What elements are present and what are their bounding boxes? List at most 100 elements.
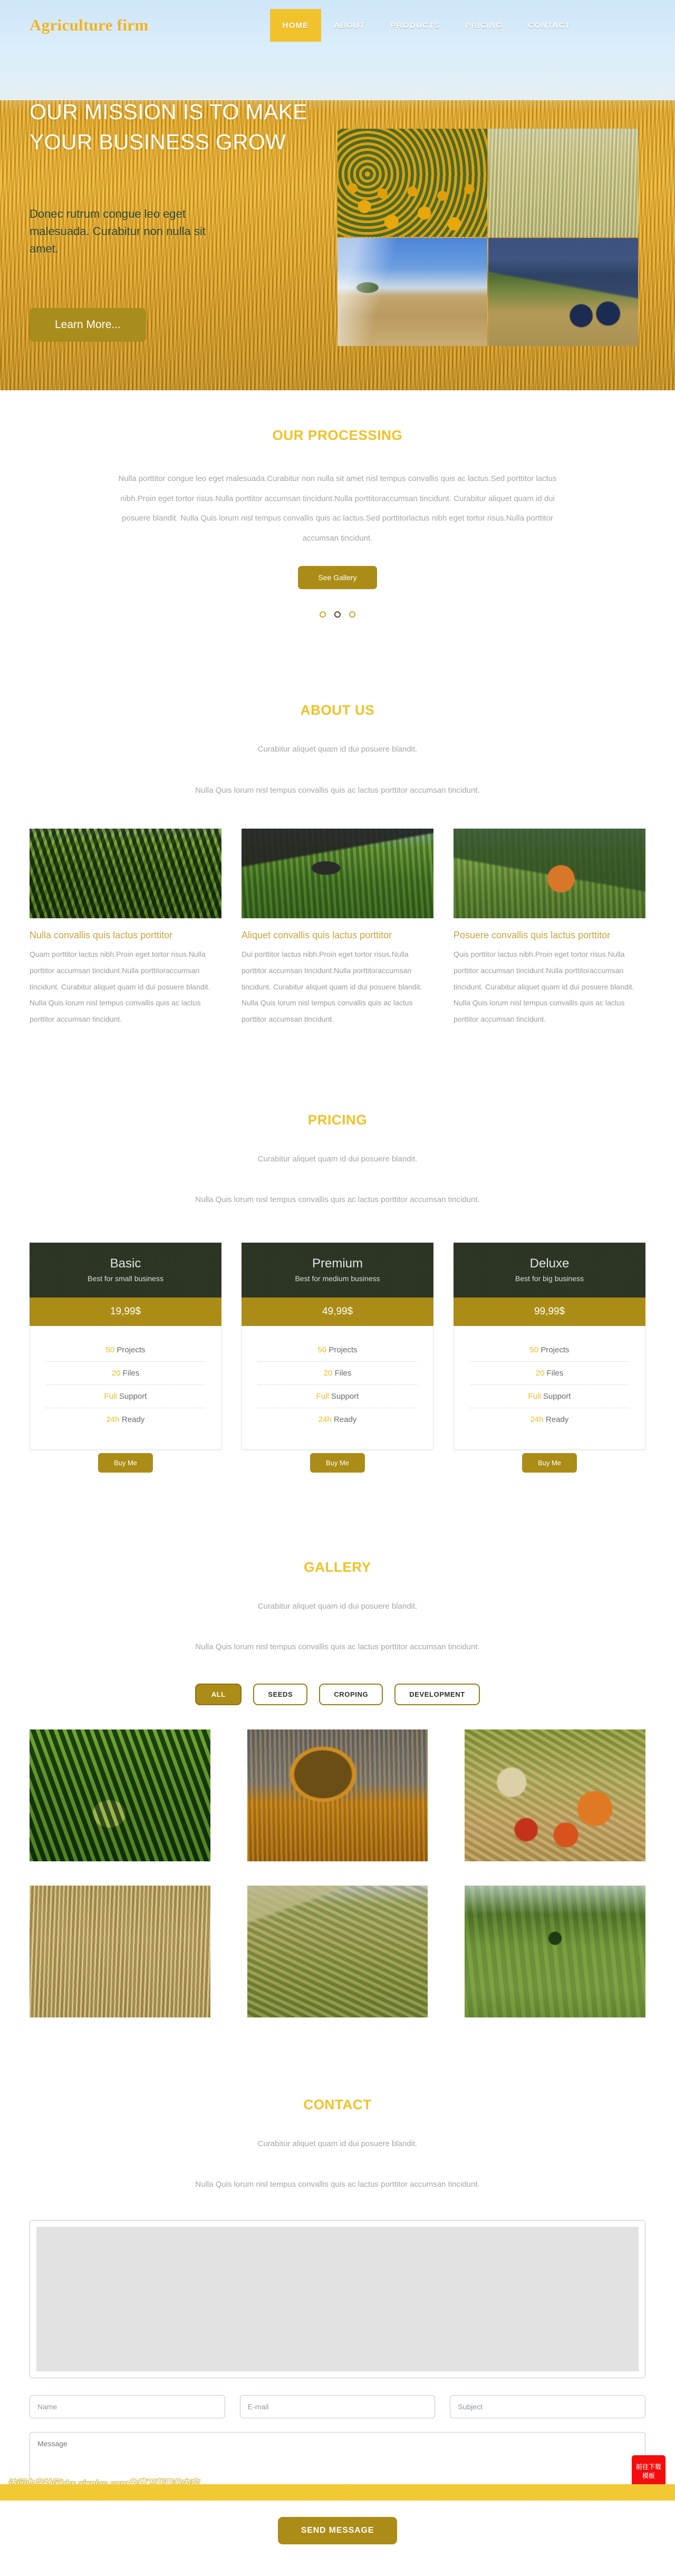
about-card-2-body: Dui porttitor lactus nibh.Proin eget tor… — [242, 950, 422, 1024]
plan-premium-buy-button[interactable]: Buy Me — [310, 1453, 365, 1473]
vegetable-basket-photo[interactable] — [465, 1729, 645, 1861]
gallery-filters: ALL SEEDS CROPING DEVELOPMENT — [30, 1683, 645, 1705]
map-embed[interactable] — [36, 2226, 639, 2371]
name-input[interactable] — [30, 2395, 225, 2418]
gallery-filter-croping[interactable]: CROPING — [319, 1683, 383, 1705]
squash-plants-photo[interactable] — [30, 1729, 210, 1861]
plan-basic-feature-2-value: 20 — [111, 1368, 121, 1378]
gallery-grid — [30, 1729, 645, 2017]
pricing-lead-line1: Curabitur aliquet quam id dui posuere bl… — [257, 1154, 418, 1164]
gallery-lead-line2: Nulla Quis lorum nisl tempus convallis q… — [195, 1642, 480, 1652]
contact-form-row — [30, 2395, 646, 2418]
plan-deluxe-name: Deluxe — [529, 1256, 570, 1271]
email-input[interactable] — [239, 2395, 436, 2418]
vineyard-hills-photo[interactable] — [247, 1885, 428, 2017]
plan-premium-feature-3: Full Support — [258, 1384, 417, 1408]
plan-basic-feature-3-value: Full — [104, 1391, 117, 1401]
corn-field-photo — [30, 829, 221, 918]
plan-premium-features: 50 Projects 20 Files Full Support 24h Re… — [242, 1325, 433, 1449]
nav-item-pricing[interactable]: PRICING — [452, 9, 515, 42]
hero-headline: OUR MISSION IS TO MAKE YOUR BUSINESS GRO… — [30, 100, 307, 154]
about-card-2-title: Aliquet convallis quis lactus porttitor — [242, 930, 392, 940]
carousel-dot-2[interactable] — [334, 611, 341, 618]
plan-deluxe-feature-4-label: Ready — [545, 1415, 569, 1424]
pricing-lead-line2: Nulla Quis lorum nisl tempus convallis q… — [195, 1195, 480, 1205]
nav-item-products[interactable]: PRODUCTS — [378, 9, 453, 42]
gallery-filter-seeds[interactable]: SEEDS — [253, 1683, 308, 1705]
about-cards: Nulla convallis quis lactus porttitor Qu… — [30, 829, 645, 1027]
pricing-plan-basic: Basic Best for small business 19,99$ 50 … — [30, 1242, 221, 1480]
processing-section: OUR PROCESSING Nulla porttitor congue le… — [0, 390, 675, 639]
site-brand-logo[interactable]: Agriculture firm — [30, 16, 148, 35]
plan-deluxe-buy-button[interactable]: Buy Me — [522, 1453, 577, 1473]
carousel-dot-1[interactable] — [320, 611, 326, 618]
plan-basic-feature-1: 50 Projects — [46, 1339, 205, 1361]
sunflower-field-photo — [338, 129, 487, 237]
gallery-section: GALLERY Curabitur aliquet quam id dui po… — [0, 1480, 675, 2017]
plan-basic-feature-4: 24h Ready — [46, 1407, 205, 1431]
top-navigation-bar: Agriculture firm HOME ABOUT PRODUCTS PRI… — [0, 0, 675, 51]
tractor-mowing-photo[interactable] — [465, 1885, 645, 2017]
contact-title: CONTACT — [303, 2096, 372, 2112]
plan-deluxe-feature-1-label: Projects — [541, 1345, 570, 1354]
plan-deluxe-feature-1: 50 Projects — [470, 1339, 629, 1361]
pricing-plan-premium: Premium Best for medium business 49,99$ … — [242, 1242, 433, 1480]
plan-deluxe-feature-4: 24h Ready — [470, 1407, 629, 1431]
about-lead-line1: Curabitur aliquet quam id dui posuere bl… — [257, 745, 418, 754]
plan-basic-buy-button[interactable]: Buy Me — [98, 1453, 153, 1473]
plan-premium-feature-2-label: Files — [334, 1368, 352, 1378]
plan-deluxe-tagline: Best for big business — [515, 1274, 584, 1283]
plan-deluxe-feature-1-value: 50 — [529, 1345, 539, 1354]
hay-bale-photo[interactable] — [247, 1729, 428, 1861]
nav-item-contact[interactable]: CONTACT — [515, 9, 583, 42]
gallery-filter-all[interactable]: ALL — [195, 1683, 242, 1705]
plan-basic-feature-3: Full Support — [46, 1384, 205, 1408]
contact-lead-line1: Curabitur aliquet quam id dui posuere bl… — [257, 2139, 418, 2148]
tractor-trailer-photo — [488, 238, 638, 346]
plan-deluxe-feature-4-value: 24h — [530, 1415, 544, 1424]
gallery-filter-development[interactable]: DEVELOPMENT — [394, 1683, 480, 1705]
see-gallery-button[interactable]: See Gallery — [298, 566, 377, 589]
plan-deluxe-features: 50 Projects 20 Files Full Support 24h Re… — [454, 1325, 645, 1449]
about-card-3-title: Posuere convallis quis lactus porttitor — [454, 930, 611, 940]
send-message-button[interactable]: SEND MESSAGE — [277, 2516, 398, 2544]
plan-deluxe-feature-3: Full Support — [470, 1384, 629, 1408]
pricing-plan-deluxe: Deluxe Best for big business 99,99$ 50 P… — [454, 1242, 645, 1480]
learn-more-button[interactable]: Learn More... — [30, 308, 146, 342]
wheat-closeup-photo — [488, 129, 638, 237]
download-template-floating-button[interactable]: 前往下载模板 — [632, 2455, 666, 2488]
map-container[interactable] — [30, 2219, 645, 2378]
plan-premium-feature-1-label: Projects — [329, 1345, 358, 1354]
plan-basic-feature-4-value: 24h — [106, 1415, 120, 1424]
processing-lead: Nulla porttitor congue leo eget malesuad… — [118, 474, 557, 543]
plan-premium-feature-3-label: Support — [331, 1391, 359, 1401]
carousel-dot-3[interactable] — [349, 611, 355, 618]
plan-deluxe-feature-2: 20 Files — [470, 1361, 629, 1385]
about-section: ABOUT US Curabitur aliquet quam id dui p… — [0, 639, 675, 1027]
footer-bar — [0, 2484, 675, 2501]
nav-item-about[interactable]: ABOUT — [321, 9, 378, 42]
pricing-plans: Basic Best for small business 19,99$ 50 … — [30, 1242, 645, 1480]
hero-section: Agriculture firm HOME ABOUT PRODUCTS PRI… — [0, 0, 675, 390]
pricing-title: PRICING — [307, 1111, 368, 1128]
plan-deluxe-feature-3-label: Support — [543, 1391, 571, 1401]
about-card-1: Nulla convallis quis lactus porttitor Qu… — [30, 829, 221, 1027]
about-card-3: Posuere convallis quis lactus porttitor … — [454, 829, 645, 1027]
hero-subtitle: Donec rutrum congue leo eget malesuada. … — [30, 207, 206, 256]
about-lead-line2: Nulla Quis lorum nisl tempus convallis q… — [195, 785, 480, 795]
wheat-ears-photo[interactable] — [30, 1885, 210, 2017]
plan-premium-feature-2-value: 20 — [323, 1368, 333, 1378]
plan-premium-feature-3-value: Full — [316, 1391, 329, 1401]
subject-input[interactable] — [450, 2395, 646, 2418]
farmer-in-field-photo — [242, 829, 433, 918]
plan-basic-price: 19,99$ — [30, 1297, 221, 1326]
plan-premium-name: Premium — [312, 1256, 363, 1271]
plan-deluxe-feature-2-value: 20 — [535, 1368, 545, 1378]
plan-basic-header: Basic Best for small business — [30, 1242, 221, 1297]
plan-deluxe-feature-2-label: Files — [546, 1368, 564, 1378]
nav-item-home[interactable]: HOME — [269, 9, 322, 42]
hero-photo-collage — [338, 129, 638, 346]
plan-basic-features: 50 Projects 20 Files Full Support 24h Re… — [30, 1325, 221, 1449]
harvester-field-photo — [338, 238, 487, 346]
plan-basic-feature-3-label: Support — [119, 1391, 147, 1401]
